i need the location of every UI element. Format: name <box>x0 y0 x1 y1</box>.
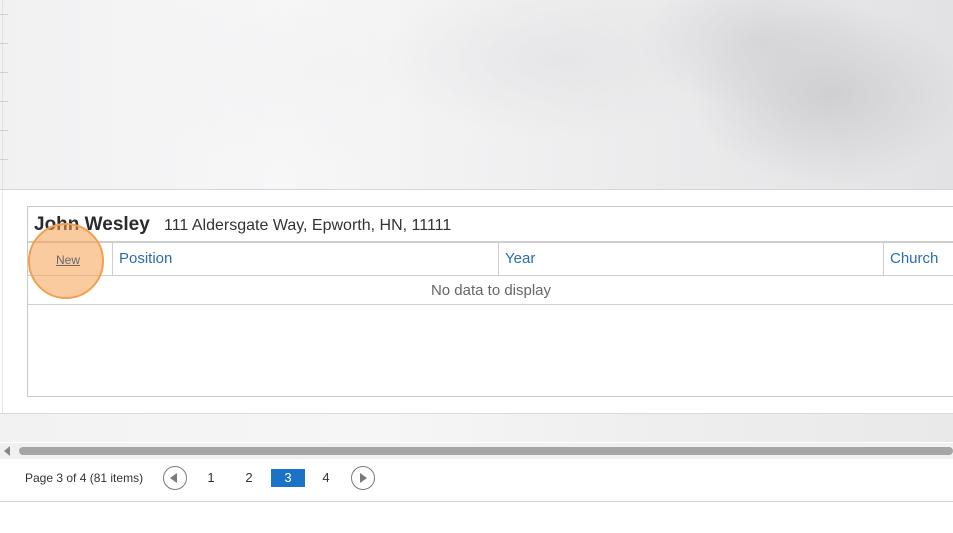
row-divider <box>0 101 8 102</box>
column-header-church[interactable]: Church <box>884 243 953 275</box>
column-label-church: Church <box>890 250 939 267</box>
person-address: 111 Aldersgate Way, Epworth, HN, 11111 <box>164 217 452 234</box>
detail-panel: John Wesley 111 Aldersgate Way, Epworth,… <box>27 206 953 397</box>
scroll-left-arrow-icon[interactable] <box>4 446 10 456</box>
pager: Page 3 of 4 (81 items) 1 2 3 4 <box>0 459 953 502</box>
column-header-year[interactable]: Year <box>499 243 884 275</box>
row-divider <box>0 43 8 44</box>
page-info: Page 3 of 4 (81 items) <box>25 471 144 485</box>
column-label-position: Position <box>119 250 173 267</box>
column-label-year: Year <box>505 250 536 267</box>
chevron-left-circle-icon[interactable] <box>163 466 187 490</box>
column-header-position[interactable]: Position <box>113 243 499 275</box>
page-1-button[interactable]: 1 <box>194 469 228 487</box>
blurred-row <box>0 414 953 442</box>
horizontal-scrollbar[interactable] <box>0 443 953 459</box>
empty-row: No data to display <box>28 276 953 305</box>
detail-header: John Wesley 111 Aldersgate Way, Epworth,… <box>28 207 953 243</box>
row-divider <box>0 72 8 73</box>
person-name: John Wesley <box>34 214 150 235</box>
column-header-new: New <box>28 223 113 299</box>
scrollbar-thumb[interactable] <box>19 447 953 455</box>
row-divider <box>0 14 8 15</box>
blurred-content-area <box>0 0 953 190</box>
chevron-right-circle-icon[interactable] <box>351 466 375 490</box>
left-border <box>2 0 3 189</box>
row-divider <box>0 159 8 160</box>
detail-row: John Wesley 111 Aldersgate Way, Epworth,… <box>0 190 953 414</box>
left-border <box>2 190 3 413</box>
page-4-button[interactable]: 4 <box>309 469 343 487</box>
page-3-button[interactable]: 3 <box>271 469 305 487</box>
grid-header: New Position Year Church <box>28 223 953 299</box>
new-button[interactable]: New <box>56 253 80 267</box>
row-divider <box>0 130 8 131</box>
empty-message: No data to display <box>430 282 552 299</box>
page-2-button[interactable]: 2 <box>232 469 266 487</box>
